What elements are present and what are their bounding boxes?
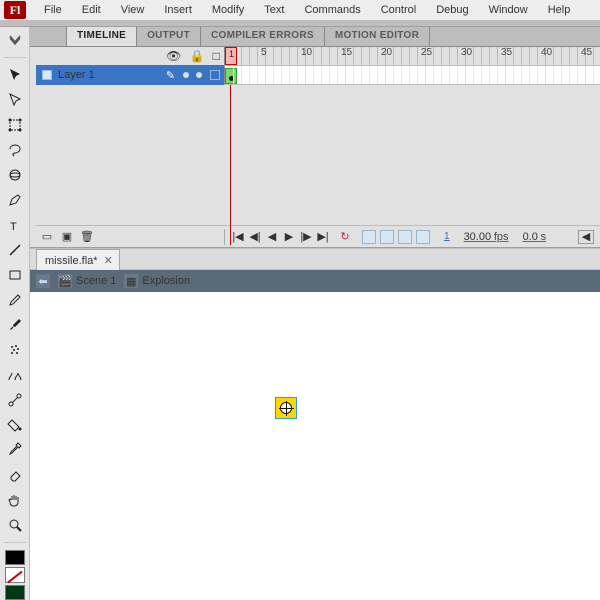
menu-view[interactable]: View xyxy=(111,2,155,18)
onion-skin-buttons[interactable] xyxy=(362,230,430,244)
registration-point-icon xyxy=(280,402,292,414)
panel-tab-bar: TIMELINEOUTPUTCOMPILER ERRORSMOTION EDIT… xyxy=(30,27,600,47)
stroke-color-swatch[interactable] xyxy=(5,550,25,565)
edit-scene-bar: ⬅ 🎬 Scene 1 ▦ Explosion xyxy=(30,270,600,292)
symbol-instance[interactable] xyxy=(275,397,297,419)
paint-bucket-tool[interactable] xyxy=(3,414,27,437)
menu-help[interactable]: Help xyxy=(538,2,581,18)
symbol-icon: ▦ xyxy=(124,274,138,288)
play-back-button[interactable]: ◀ xyxy=(265,230,279,244)
panel-tab-compiler-errors[interactable]: COMPILER ERRORS xyxy=(200,27,325,46)
fps-readout[interactable]: 30.00 fps xyxy=(464,231,509,243)
scroll-right-button[interactable]: ◀ xyxy=(578,230,594,244)
no-stroke-swatch[interactable] xyxy=(5,567,25,582)
elapsed-readout[interactable]: 0.0 s xyxy=(523,231,547,243)
step-back-button[interactable]: ◀| xyxy=(248,230,262,244)
panel-tab-motion-editor[interactable]: MOTION EDITOR xyxy=(324,27,430,46)
pencil-tool[interactable] xyxy=(3,289,27,312)
3d-rotation-tool[interactable] xyxy=(3,163,27,186)
free-transform-tool[interactable] xyxy=(3,113,27,136)
menu-text[interactable]: Text xyxy=(254,2,294,18)
timeline-panel: 👁 🔒 □ 51015202530354045 1 Layer 1 xyxy=(30,47,600,248)
document-tab-bar: missile.fla* ✕ xyxy=(30,248,600,270)
goto-last-button[interactable]: ▶| xyxy=(316,230,330,244)
menu-debug[interactable]: Debug xyxy=(426,2,478,18)
menu-modify[interactable]: Modify xyxy=(202,2,254,18)
current-frame-readout[interactable]: 1 xyxy=(444,231,450,242)
fill-color-swatch[interactable] xyxy=(5,585,25,600)
panel-tab-output[interactable]: OUTPUT xyxy=(136,27,201,46)
menu-control[interactable]: Control xyxy=(371,2,426,18)
timeline-footer: ▭ ▣ 🗑 |◀ ◀| ◀ ▶ |▶ ▶| ↻ 1 xyxy=(36,225,600,247)
delete-layer-button[interactable]: 🗑 xyxy=(80,230,94,244)
menu-commands[interactable]: Commands xyxy=(294,2,370,18)
subselection-tool[interactable] xyxy=(3,88,27,111)
panel-tab-timeline[interactable]: TIMELINE xyxy=(66,27,137,46)
loop-button[interactable]: ↻ xyxy=(338,230,352,244)
layer-name-cell[interactable]: Layer 1 xyxy=(36,65,162,85)
breadcrumb-scene-label: Scene 1 xyxy=(76,275,116,287)
brush-tool[interactable] xyxy=(3,314,27,337)
goto-first-button[interactable]: |◀ xyxy=(231,230,245,244)
layer-outline-toggle[interactable] xyxy=(210,70,220,80)
tools-panel: T xyxy=(0,27,30,600)
keyframe[interactable] xyxy=(225,68,237,84)
close-tab-button[interactable]: ✕ xyxy=(104,254,113,267)
breadcrumb-scene[interactable]: 🎬 Scene 1 xyxy=(58,274,116,288)
new-layer-button[interactable]: ▭ xyxy=(40,230,54,244)
pen-tool[interactable] xyxy=(3,188,27,211)
new-folder-button[interactable]: ▣ xyxy=(60,230,74,244)
menu-edit[interactable]: Edit xyxy=(72,2,111,18)
scene-icon: 🎬 xyxy=(58,274,72,288)
layer-type-icon xyxy=(42,70,52,80)
spray-brush-tool[interactable] xyxy=(3,339,27,362)
collapse-icon[interactable] xyxy=(3,29,27,52)
line-tool[interactable] xyxy=(3,238,27,261)
hand-tool[interactable] xyxy=(3,489,27,512)
playhead-marker[interactable]: 1 xyxy=(225,47,237,65)
text-tool[interactable]: T xyxy=(3,213,27,236)
menu-window[interactable]: Window xyxy=(479,2,538,18)
lasso-tool[interactable] xyxy=(3,138,27,161)
app-logo: Fl xyxy=(4,1,26,19)
play-button[interactable]: ▶ xyxy=(282,230,296,244)
back-arrow-button[interactable]: ⬅ xyxy=(36,274,50,288)
svg-text:T: T xyxy=(10,221,17,233)
step-fwd-button[interactable]: |▶ xyxy=(299,230,313,244)
timeline-ruler[interactable]: 51015202530354045 1 xyxy=(224,47,600,65)
rectangle-tool[interactable] xyxy=(3,263,27,286)
layer-row[interactable]: Layer 1 ✎ xyxy=(36,65,600,85)
playhead-line xyxy=(230,85,231,245)
visibility-icon[interactable]: 👁 xyxy=(166,49,181,63)
layer-visible-dot[interactable] xyxy=(183,72,189,78)
breadcrumb-symbol[interactable]: ▦ Explosion xyxy=(124,274,190,288)
layer-lock-dot[interactable] xyxy=(196,72,202,78)
layer-active-icon: ✎ xyxy=(166,69,175,82)
deco-tool[interactable] xyxy=(3,364,27,387)
frames-track[interactable] xyxy=(224,65,600,85)
menu-bar: Fl FileEditViewInsertModifyTextCommandsC… xyxy=(0,0,600,21)
zoom-tool[interactable] xyxy=(3,514,27,537)
stage[interactable] xyxy=(30,292,600,600)
bone-tool[interactable] xyxy=(3,389,27,412)
menu-file[interactable]: File xyxy=(34,2,72,18)
outline-icon[interactable]: □ xyxy=(213,49,220,63)
eraser-tool[interactable] xyxy=(3,464,27,487)
layer-column-headers: 👁 🔒 □ xyxy=(162,47,224,65)
lock-icon[interactable]: 🔒 xyxy=(190,49,205,63)
selection-tool[interactable] xyxy=(3,63,27,86)
document-tab[interactable]: missile.fla* ✕ xyxy=(36,249,120,270)
layer-name: Layer 1 xyxy=(58,69,95,81)
eyedropper-tool[interactable] xyxy=(3,439,27,462)
document-filename: missile.fla* xyxy=(45,255,98,267)
breadcrumb-symbol-label: Explosion xyxy=(142,275,190,287)
menu-insert[interactable]: Insert xyxy=(154,2,202,18)
